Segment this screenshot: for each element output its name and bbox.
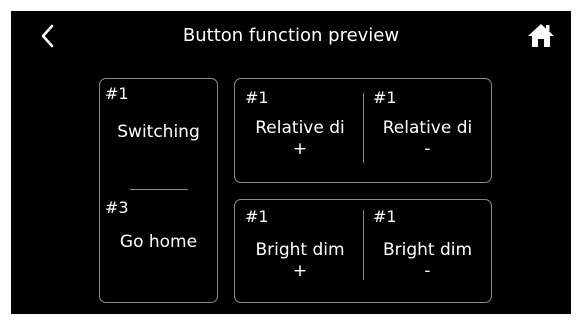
button-label: Relative di — [255, 118, 345, 138]
button-number: #3 — [105, 198, 129, 217]
home-button[interactable] — [527, 22, 555, 48]
button-sign: + — [292, 261, 308, 281]
screen: Button function preview #1 Switching #3 … — [11, 11, 571, 314]
go-home-button[interactable]: #3 Go home — [100, 191, 217, 302]
bright-dim-panel: #1 Bright dim + #1 Bright dim - — [234, 199, 492, 303]
button-number: #1 — [245, 88, 269, 107]
home-icon — [528, 24, 554, 47]
switching-button[interactable]: #1 Switching — [100, 79, 217, 187]
relative-dim-down-button[interactable]: #1 Relative di - — [364, 79, 491, 182]
button-sign: + — [292, 139, 308, 159]
relative-dim-panel: #1 Relative di + #1 Relative di - — [234, 78, 492, 183]
page-title: Button function preview — [182, 25, 400, 46]
left-button-panel: #1 Switching #3 Go home — [99, 78, 218, 303]
bright-dim-up-button[interactable]: #1 Bright dim + — [235, 200, 363, 302]
button-label: Relative di — [382, 118, 473, 138]
button-label: Go home — [119, 232, 198, 252]
button-number: #1 — [373, 207, 397, 226]
button-number: #1 — [373, 88, 397, 107]
button-number: #1 — [245, 207, 269, 226]
bright-dim-down-button[interactable]: #1 Bright dim - — [364, 200, 491, 302]
button-label: Bright dim — [382, 240, 473, 260]
button-label: Bright dim — [255, 240, 345, 260]
button-sign: - — [424, 139, 431, 159]
button-label: Switching — [117, 122, 200, 142]
relative-dim-up-button[interactable]: #1 Relative di + — [235, 79, 363, 182]
button-number: #1 — [105, 84, 129, 103]
divider — [130, 189, 188, 190]
button-sign: - — [424, 261, 431, 281]
